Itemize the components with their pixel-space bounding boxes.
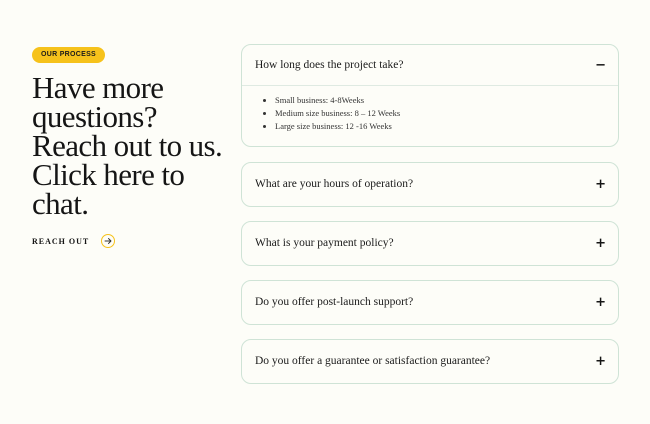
reach-out-label: REACH OUT <box>32 236 90 246</box>
faq-question: What is your payment policy? <box>255 237 394 249</box>
list-item: Large size business: 12 -16 Weeks <box>275 120 618 133</box>
faq-question-row[interactable]: How long does the project take? − <box>242 45 618 86</box>
list-item: Medium size business: 8 – 12 Weeks <box>275 107 618 120</box>
faq-question-row[interactable]: What are your hours of operation? + <box>242 163 618 205</box>
reach-out-link[interactable]: REACH OUT <box>32 234 232 248</box>
hero-section: OUR PROCESS Have more questions? Reach o… <box>32 43 232 248</box>
faq-question: What are your hours of operation? <box>255 178 414 190</box>
faq-answer-list: Small business: 4-8Weeks Medium size bus… <box>242 94 618 133</box>
expand-icon[interactable]: + <box>595 355 606 368</box>
list-item: Small business: 4-8Weeks <box>275 94 618 107</box>
faq-question-row[interactable]: Do you offer a guarantee or satisfaction… <box>242 340 618 382</box>
headline[interactable]: Have more questions? Reach out to us. Cl… <box>32 72 232 219</box>
arrow-right-icon[interactable] <box>101 234 116 248</box>
faq-accordion: How long does the project take? − Small … <box>241 44 619 398</box>
faq-question-row[interactable]: What is your payment policy? + <box>242 222 618 264</box>
expand-icon[interactable]: + <box>595 178 606 191</box>
faq-item-support[interactable]: Do you offer post-launch support? + <box>241 280 619 325</box>
faq-question: Do you offer a guarantee or satisfaction… <box>255 355 491 367</box>
expand-icon[interactable]: + <box>595 296 606 309</box>
faq-question: Do you offer post-launch support? <box>255 296 414 308</box>
section-badge: OUR PROCESS <box>32 47 106 63</box>
faq-item-hours[interactable]: What are your hours of operation? + <box>241 162 619 207</box>
faq-question: How long does the project take? <box>255 59 404 71</box>
faq-item-project-duration[interactable]: How long does the project take? − Small … <box>241 44 619 147</box>
expand-icon[interactable]: + <box>595 237 606 250</box>
collapse-icon[interactable]: − <box>595 59 606 72</box>
faq-item-guarantee[interactable]: Do you offer a guarantee or satisfaction… <box>241 339 619 384</box>
faq-question-row[interactable]: Do you offer post-launch support? + <box>242 281 618 323</box>
faq-item-payment[interactable]: What is your payment policy? + <box>241 221 619 266</box>
